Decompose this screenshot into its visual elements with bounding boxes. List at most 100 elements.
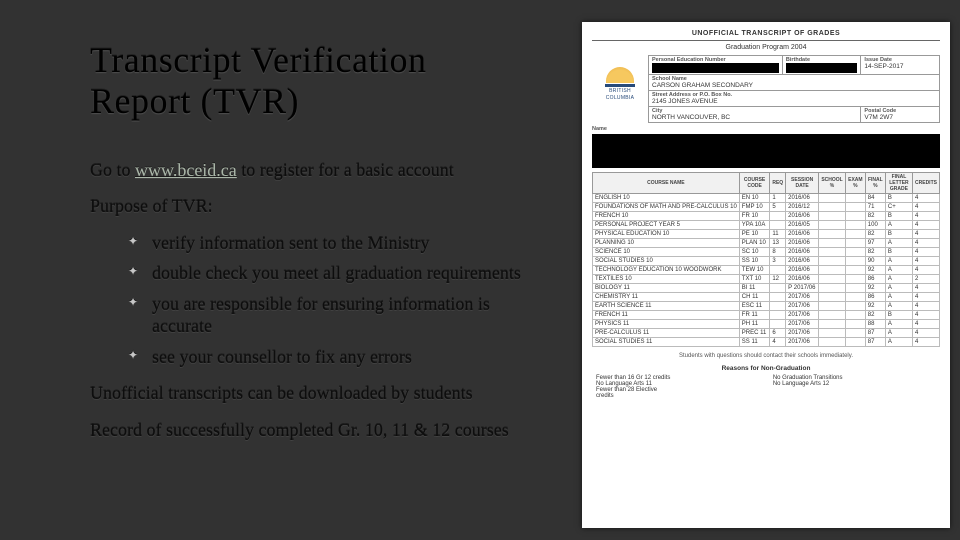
table-cell: B: [885, 212, 912, 221]
table-cell: 2016/06: [786, 257, 819, 266]
table-cell: FOUNDATIONS OF MATH AND PRE-CALCULUS 10: [593, 203, 740, 212]
table-row: FRENCH 10FR 10 2016/06 82B4: [593, 212, 940, 221]
label-name: Name: [592, 126, 940, 132]
table-cell: TECHNOLOGY EDUCATION 10 WOODWORK: [593, 266, 740, 275]
table-cell: [770, 221, 786, 230]
table-row: PERSONAL PROJECT YEAR 5YPA 10A2016/05100…: [593, 221, 940, 230]
table-cell: [819, 338, 846, 347]
table-cell: 2: [913, 275, 940, 284]
table-cell: SCIENCE 10: [593, 248, 740, 257]
table-cell: FR 11: [739, 311, 770, 320]
table-cell: 92: [865, 284, 885, 293]
table-cell: 2016/06: [786, 275, 819, 284]
table-cell: 2016/06: [786, 239, 819, 248]
table-cell: 4: [913, 329, 940, 338]
table-cell: [845, 338, 865, 347]
bceid-link[interactable]: www.bceid.ca: [135, 160, 237, 180]
table-cell: 2016/12: [786, 203, 819, 212]
course-col-header: EXAM %: [845, 173, 865, 194]
table-cell: [845, 266, 865, 275]
table-cell: 82: [865, 212, 885, 221]
table-row: PRE-CALCULUS 11PREC 1162017/0687A4: [593, 329, 940, 338]
table-row: CHEMISTRY 11CH 112017/0686A4: [593, 293, 940, 302]
table-cell: 4: [913, 257, 940, 266]
table-cell: [845, 284, 865, 293]
transcript-note: Students with questions should contact t…: [592, 353, 940, 359]
table-cell: A: [885, 284, 912, 293]
table-cell: [845, 311, 865, 320]
table-cell: [819, 203, 846, 212]
table-cell: 2016/06: [786, 194, 819, 203]
table-cell: BI 11: [739, 284, 770, 293]
table-cell: 82: [865, 248, 885, 257]
table-cell: 90: [865, 257, 885, 266]
table-cell: CHEMISTRY 11: [593, 293, 740, 302]
table-cell: FRENCH 10: [593, 212, 740, 221]
table-cell: B: [885, 248, 912, 257]
table-row: FRENCH 11FR 112017/0682B4: [593, 311, 940, 320]
table-cell: A: [885, 239, 912, 248]
redacted-pen: [652, 63, 779, 73]
table-cell: 2017/06: [786, 338, 819, 347]
table-cell: 4: [913, 203, 940, 212]
table-cell: A: [885, 293, 912, 302]
table-cell: A: [885, 302, 912, 311]
value-address: 2145 JONES AVENUE: [652, 98, 936, 105]
table-cell: YPA 10A: [739, 221, 770, 230]
table-cell: [770, 284, 786, 293]
transcript-title: UNOFFICIAL TRANSCRIPT OF GRADES: [592, 30, 940, 41]
bullet-text: you are responsible for ensuring informa…: [152, 294, 490, 337]
logo-text-2: COLUMBIA: [606, 95, 635, 101]
redacted-name: [592, 134, 940, 168]
table-cell: P 2017/06: [786, 284, 819, 293]
table-cell: 82: [865, 311, 885, 320]
table-cell: [845, 248, 865, 257]
intro-post: to register for a basic account: [237, 160, 454, 180]
table-cell: 5: [770, 203, 786, 212]
table-cell: 71: [865, 203, 885, 212]
table-row: TEXTILES 10TXT 10122016/0686A2: [593, 275, 940, 284]
table-cell: EN 10: [739, 194, 770, 203]
list-item: see your counsellor to fix any errors: [128, 346, 550, 369]
table-cell: 2016/06: [786, 248, 819, 257]
table-cell: SS 11: [739, 338, 770, 347]
table-cell: [819, 284, 846, 293]
table-row: SCIENCE 10SC 1082016/0682B4: [593, 248, 940, 257]
table-cell: 100: [865, 221, 885, 230]
table-cell: [845, 275, 865, 284]
table-cell: 2016/06: [786, 212, 819, 221]
table-cell: PE 10: [739, 230, 770, 239]
table-cell: PERSONAL PROJECT YEAR 5: [593, 221, 740, 230]
table-cell: [845, 221, 865, 230]
table-cell: 88: [865, 320, 885, 329]
slide-title: Transcript Verification Report (TVR): [90, 40, 550, 123]
table-cell: FRENCH 11: [593, 311, 740, 320]
course-col-header: REQ: [770, 173, 786, 194]
table-cell: PLAN 10: [739, 239, 770, 248]
table-cell: [819, 320, 846, 329]
table-cell: 4: [913, 320, 940, 329]
table-cell: 97: [865, 239, 885, 248]
table-cell: 4: [913, 248, 940, 257]
table-row: SOCIAL STUDIES 10SS 1032016/0690A4: [593, 257, 940, 266]
table-cell: [770, 320, 786, 329]
table-cell: FR 10: [739, 212, 770, 221]
table-cell: 4: [913, 221, 940, 230]
table-cell: 84: [865, 194, 885, 203]
table-cell: [819, 329, 846, 338]
course-col-header: SESSION DATE: [786, 173, 819, 194]
table-cell: A: [885, 257, 912, 266]
table-cell: [819, 194, 846, 203]
table-cell: B: [885, 194, 912, 203]
table-cell: SS 10: [739, 257, 770, 266]
table-cell: [819, 230, 846, 239]
title-line-1: Transcript Verification: [90, 40, 426, 80]
table-cell: A: [885, 320, 912, 329]
table-cell: [819, 293, 846, 302]
value-school: CARSON GRAHAM SECONDARY: [652, 82, 936, 89]
course-col-header: SCHOOL %: [819, 173, 846, 194]
table-row: EARTH SCIENCE 11ESC 112017/0692A4: [593, 302, 940, 311]
table-cell: 2017/06: [786, 329, 819, 338]
table-cell: 87: [865, 329, 885, 338]
table-cell: 4: [913, 212, 940, 221]
